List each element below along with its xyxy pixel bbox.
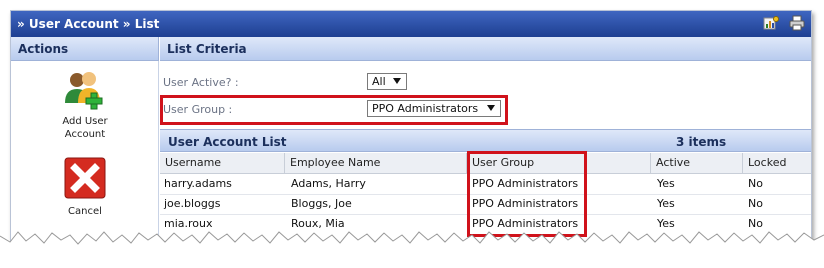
- user-active-label: User Active? :: [163, 76, 239, 89]
- cell-active: Yes: [657, 197, 675, 210]
- cell-user-group: PPO Administrators: [472, 197, 579, 210]
- cell-locked: No: [748, 177, 763, 190]
- col-locked[interactable]: Locked: [743, 153, 811, 174]
- cell-locked: No: [748, 197, 763, 210]
- user-group-value: PPO Administrators: [372, 102, 479, 115]
- page-title: » User Account » List: [17, 17, 160, 31]
- col-username[interactable]: Username: [160, 153, 285, 174]
- user-active-select[interactable]: All: [367, 73, 407, 90]
- cancel-icon: [64, 157, 106, 199]
- actions-header-label: Actions: [18, 42, 69, 56]
- title-bar: » User Account » List: [11, 11, 811, 37]
- col-user-group[interactable]: User Group: [467, 153, 651, 174]
- col-active[interactable]: Active: [651, 153, 743, 174]
- chevron-down-icon: [487, 105, 495, 111]
- settings-chart-icon[interactable]: [763, 15, 779, 31]
- cancel-label: Cancel: [68, 206, 102, 217]
- add-user-label-line1: Add User: [62, 116, 108, 127]
- user-group-label: User Group :: [163, 103, 233, 116]
- cancel-button[interactable]: Cancel: [11, 156, 159, 217]
- list-criteria-header: List Criteria: [160, 37, 811, 61]
- chevron-down-icon: [393, 78, 401, 84]
- add-user-account-button[interactable]: Add User Account: [11, 69, 159, 141]
- cell-username: joe.bloggs: [164, 197, 221, 210]
- cell-active: Yes: [657, 177, 675, 190]
- actions-header: Actions: [11, 37, 159, 61]
- cell-employee-name: Adams, Harry: [291, 177, 366, 190]
- user-account-list-header: User Account List 3 items: [160, 129, 811, 152]
- printer-icon[interactable]: [789, 15, 805, 31]
- cell-user-group: PPO Administrators: [472, 177, 579, 190]
- add-user-label-line2: Account: [64, 129, 106, 140]
- torn-edge-decoration: [0, 231, 824, 268]
- cell-username: harry.adams: [164, 177, 232, 190]
- user-account-window: » User Account » List Actions List Crite…: [10, 10, 812, 260]
- list-criteria-label: List Criteria: [167, 42, 247, 56]
- add-user-icon: [65, 72, 103, 110]
- user-group-select[interactable]: PPO Administrators: [367, 100, 501, 117]
- list-title: User Account List: [168, 135, 287, 149]
- cell-employee-name: Bloggs, Joe: [291, 197, 352, 210]
- user-active-value: All: [372, 75, 386, 88]
- col-employee-name[interactable]: Employee Name: [285, 153, 467, 174]
- item-count: 3 items: [676, 135, 727, 149]
